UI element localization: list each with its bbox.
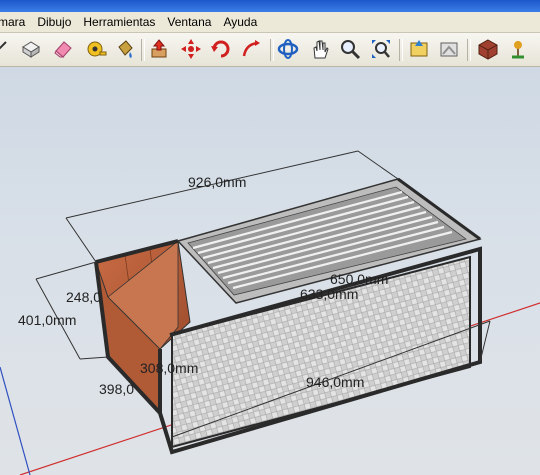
dim-inner-height: 248,0 [66, 289, 101, 305]
menu-camara[interactable]: mara [0, 15, 31, 29]
menu-ayuda[interactable]: Ayuda [217, 15, 263, 29]
dim-grill-width: 650,0mm [330, 271, 388, 287]
push-pull-icon[interactable] [146, 36, 172, 62]
dim-inner-depth: 308,0mm [140, 360, 198, 376]
partial-tool-icon[interactable] [0, 36, 12, 62]
toolbar-separator [399, 39, 403, 61]
toolbar-separator [270, 39, 274, 61]
share-model-icon[interactable] [436, 36, 462, 62]
open-box-icon[interactable] [18, 36, 44, 62]
zoom-extents-icon[interactable] [368, 36, 394, 62]
blue-axis [0, 366, 31, 475]
toolbar-separator [467, 39, 471, 61]
zoom-icon[interactable] [337, 36, 363, 62]
dim-top-length: 926,0mm [188, 174, 246, 190]
menu-dibujo[interactable]: Dibujo [31, 15, 77, 29]
main-toolbar [0, 33, 540, 67]
rotate-icon[interactable] [208, 36, 234, 62]
menu-bar: mara Dibujo Herramientas Ventana Ayuda [0, 12, 540, 33]
tape-measure-icon[interactable] [83, 36, 109, 62]
follow-me-icon[interactable] [238, 36, 264, 62]
pan-icon[interactable] [307, 36, 333, 62]
model-canvas[interactable]: 926,0mm 946,0mm 401,0mm 398,0 248,0 308,… [0, 67, 540, 475]
move-icon[interactable] [178, 36, 204, 62]
eraser-icon[interactable] [50, 36, 76, 62]
dim-front-length: 946,0mm [306, 374, 364, 390]
dim-height: 401,0mm [18, 312, 76, 328]
model-viewport[interactable]: 926,0mm 946,0mm 401,0mm 398,0 248,0 308,… [0, 67, 540, 475]
dim-depth: 398,0 [99, 381, 134, 397]
components-icon[interactable] [475, 36, 501, 62]
get-models-icon[interactable] [406, 36, 432, 62]
menu-herramientas[interactable]: Herramientas [77, 15, 161, 29]
paint-bucket-icon[interactable] [112, 36, 138, 62]
menu-ventana[interactable]: Ventana [161, 15, 217, 29]
title-bar [0, 0, 540, 12]
dim-grill-length: 633,0mm [300, 286, 358, 302]
toolbar-separator [141, 39, 145, 61]
geo-location-icon[interactable] [505, 36, 531, 62]
orbit-icon[interactable] [275, 36, 301, 62]
